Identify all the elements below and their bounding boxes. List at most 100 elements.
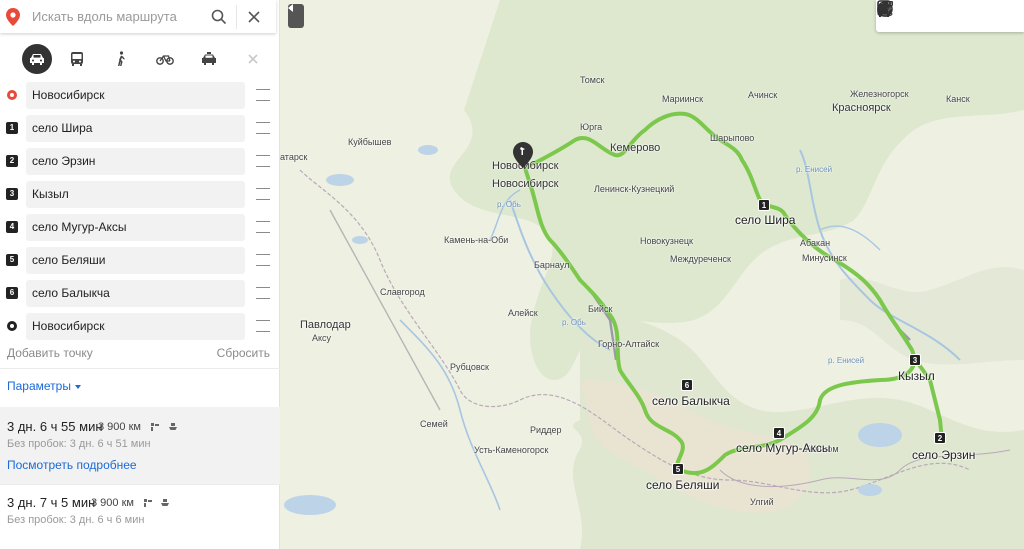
city-label: Камень-на-Оби — [444, 235, 509, 245]
bus-mode-button[interactable] — [58, 44, 96, 74]
waypoint-marker-5[interactable]: 5 — [672, 463, 684, 475]
city-label: Канск — [946, 94, 970, 104]
caret-down-icon — [74, 384, 81, 389]
waypoint-row[interactable]: 6 село Балыкча — [0, 278, 280, 311]
car-mode-button[interactable] — [22, 44, 52, 74]
start-point-icon — [6, 89, 18, 101]
city-label: Мариинск — [662, 94, 704, 104]
waypoint-row[interactable]: Новосибирск — [0, 80, 280, 113]
waypoint-row[interactable]: 5 село Беляши — [0, 245, 280, 278]
river-label: р. Обь — [562, 318, 586, 327]
city-label: Новосибирск — [492, 178, 559, 190]
map-canvas[interactable]: Томск Мариинск Ачинск Железногорск Красн… — [280, 0, 1024, 549]
route-no-traffic: Без пробок: 3 дн. 6 ч 51 мин — [7, 438, 151, 450]
waypoint-label: село Мугур-Аксы — [736, 441, 831, 455]
city-label: Славгород — [380, 287, 425, 297]
waypoint-number: 2 — [6, 155, 18, 167]
waypoint-marker-4[interactable]: 4 — [773, 427, 785, 439]
reset-link[interactable]: Сбросить — [217, 346, 270, 360]
route-no-traffic: Без пробок: 3 дн. 6 ч 6 мин — [7, 514, 145, 526]
waypoint-number: 6 — [6, 287, 18, 299]
scooter-mode-button[interactable] — [234, 44, 272, 74]
waypoint-input[interactable]: село Мугур-Аксы — [26, 214, 245, 241]
waypoint-input[interactable]: Новосибирск — [26, 313, 245, 340]
collapse-sidebar-button[interactable] — [288, 4, 304, 28]
transit-button[interactable] — [877, 0, 993, 29]
waypoint-row[interactable]: 4 село Мугур-Аксы — [0, 212, 280, 245]
bicycle-mode-button[interactable] — [146, 44, 184, 74]
add-point-link[interactable]: Добавить точку — [7, 346, 93, 360]
waypoint-input[interactable]: село Беляши — [26, 247, 245, 274]
drag-handle-icon[interactable] — [256, 221, 270, 233]
drag-handle-icon[interactable] — [256, 89, 270, 101]
city-label: Горно-Алтайск — [598, 339, 660, 349]
route-search-input[interactable] — [26, 1, 202, 32]
close-icon[interactable] — [237, 0, 271, 33]
lake — [418, 145, 438, 155]
panorama-button[interactable] — [877, 1, 933, 29]
waypoint-marker-2[interactable]: 2 — [934, 432, 946, 444]
map-background — [280, 0, 1024, 549]
traffic-button[interactable]: 10 — [878, 1, 963, 29]
car-icon — [30, 54, 44, 65]
parameters-dropdown[interactable]: Параметры — [7, 379, 81, 393]
route-option-2[interactable]: 3 дн. 7 ч 5 мин 3 900 км Без пробок: 3 д… — [0, 485, 280, 535]
waypoint-row[interactable]: 3 Кызыл — [0, 179, 280, 212]
city-label: Аксу — [312, 333, 332, 343]
scooter-icon — [248, 54, 258, 64]
ferry-icon — [169, 423, 177, 430]
waypoint-input[interactable]: село Шира — [26, 115, 245, 142]
city-label: Минусинск — [802, 253, 847, 263]
toll-road-icon — [151, 423, 159, 431]
waypoint-marker-6[interactable]: 6 — [681, 379, 693, 391]
route-distance: 3 900 км — [98, 421, 141, 433]
waypoint-row[interactable]: 2 село Эрзин — [0, 146, 280, 179]
waypoint-input[interactable]: село Балыкча — [26, 280, 245, 307]
pedestrian-mode-button[interactable] — [102, 44, 140, 74]
city-label: Рубцовск — [450, 362, 489, 372]
route-time: 3 дн. 7 ч 5 мин — [7, 495, 96, 510]
waypoint-label: село Эрзин — [912, 448, 976, 462]
city-label: Усть-Каменогорск — [474, 445, 549, 455]
map-layers-button[interactable] — [877, 2, 1022, 29]
route-details-link[interactable]: Посмотреть подробнее — [7, 458, 137, 472]
waypoint-label: Кызыл — [898, 369, 935, 383]
search-icon[interactable] — [202, 0, 236, 33]
waypoint-marker-1[interactable]: 1 — [758, 199, 770, 211]
waypoint-label: село Балыкча — [652, 394, 730, 408]
waypoint-marker-3[interactable]: 3 — [909, 354, 921, 366]
waypoint-list: Новосибирск 1 село Шира 2 село Эрзин 3 Кызыл 4 с… — [0, 80, 280, 344]
waypoint-number-badge: 3 — [6, 188, 18, 200]
route-distance: 3 900 км — [91, 497, 134, 509]
waypoint-input[interactable]: Кызыл — [26, 181, 245, 208]
lake — [326, 174, 354, 186]
waypoint-number-badge: 5 — [6, 254, 18, 266]
city-label: Железногорск — [850, 89, 909, 99]
drag-handle-icon[interactable] — [256, 122, 270, 134]
city-label: Томск — [580, 75, 605, 85]
drag-handle-icon[interactable] — [256, 254, 270, 266]
waypoint-input[interactable]: село Эрзин — [26, 148, 245, 175]
drag-handle-icon[interactable] — [256, 287, 270, 299]
drag-handle-icon[interactable] — [256, 320, 270, 332]
taxi-mode-button[interactable] — [190, 44, 228, 74]
ferry-icon — [161, 499, 169, 506]
drag-handle-icon[interactable] — [256, 188, 270, 200]
start-pin-icon[interactable] — [513, 142, 533, 168]
city-label: Павлодар — [300, 319, 351, 331]
waypoint-number: 5 — [6, 254, 18, 266]
drag-handle-icon[interactable] — [256, 155, 270, 167]
city-label: Семей — [420, 419, 448, 429]
city-label: Новокузнецк — [640, 236, 693, 246]
waypoint-label: село Беляши — [646, 478, 720, 492]
city-label: Алейск — [508, 308, 538, 318]
end-point-icon — [6, 320, 18, 332]
route-time: 3 дн. 6 ч 55 мин — [7, 419, 103, 434]
river-label: р. Обь — [497, 200, 521, 209]
city-label: Красноярск — [832, 102, 891, 114]
waypoint-row[interactable]: Новосибирск — [0, 311, 280, 344]
waypoint-row[interactable]: 1 село Шира — [0, 113, 280, 146]
route-option-1[interactable]: 3 дн. 6 ч 55 мин 3 900 км Без пробок: 3 … — [0, 407, 280, 484]
waypoint-input[interactable]: Новосибирск — [26, 82, 245, 109]
city-label: Барнаул — [534, 260, 570, 270]
